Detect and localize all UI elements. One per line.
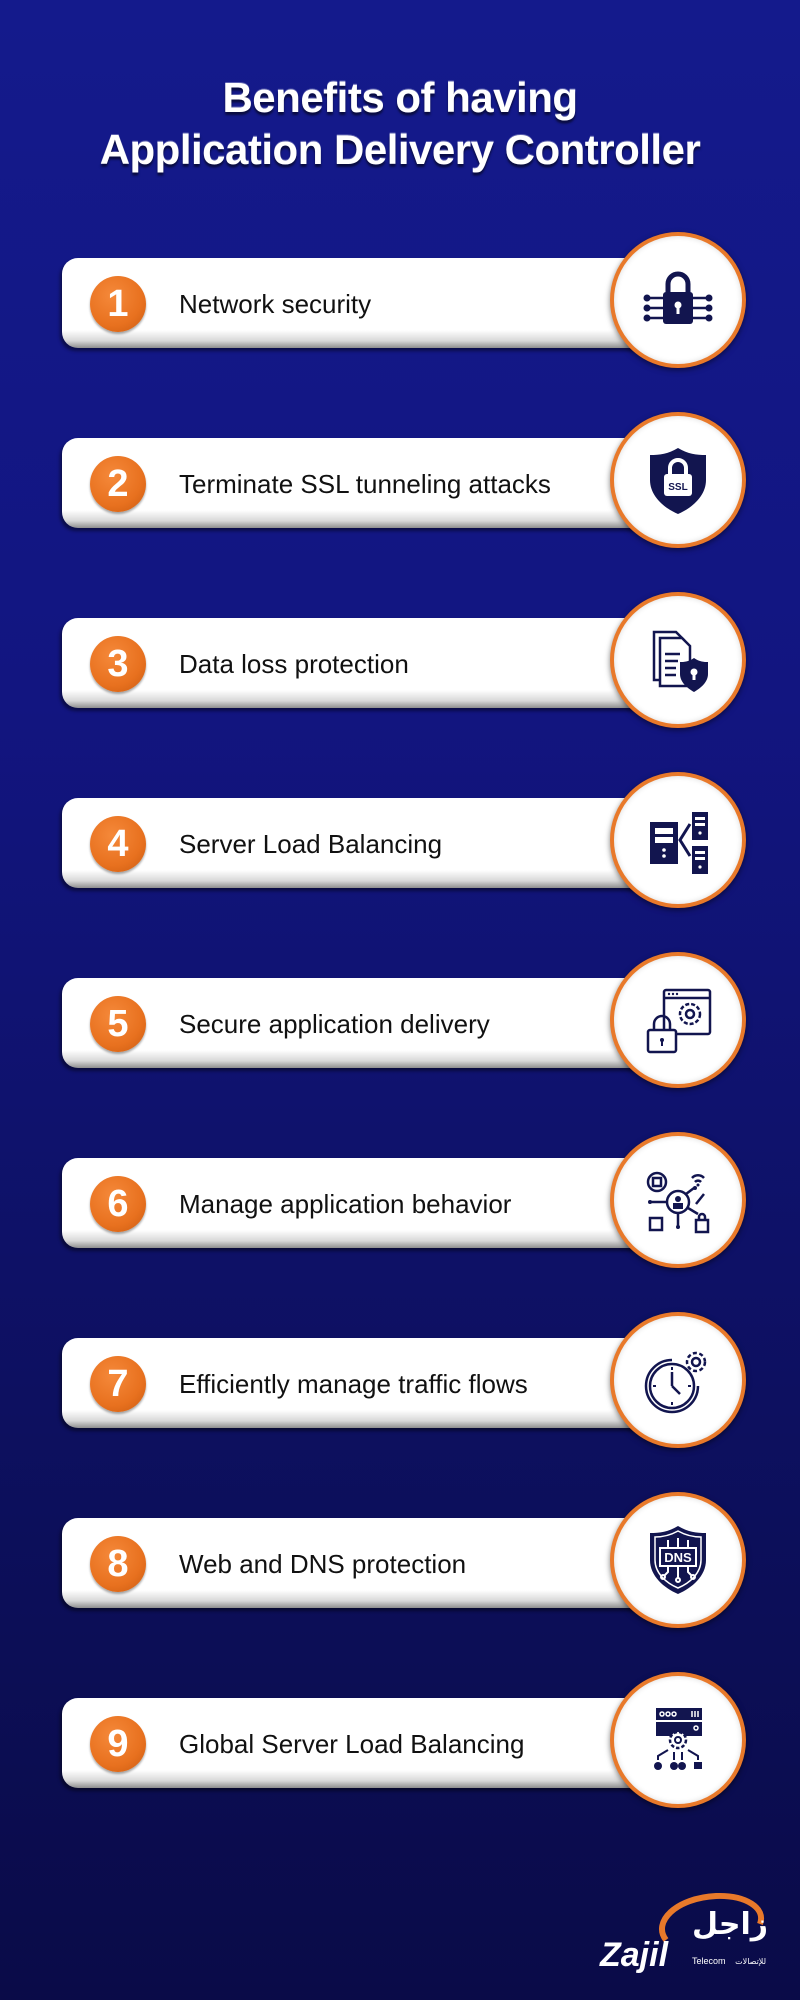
icon-circle: [610, 772, 746, 908]
benefit-label: Web and DNS protection: [179, 1549, 467, 1579]
benefit-label: Data loss protection: [179, 649, 409, 679]
app-lock-gear-icon: [646, 988, 712, 1054]
number-badge: 6: [90, 1176, 146, 1232]
benefit-item-6: 6 Manage application behavior: [62, 1132, 752, 1272]
icon-circle: [610, 232, 746, 368]
title-line-1: Benefits of having: [222, 74, 578, 121]
benefit-label: Network security: [179, 289, 372, 319]
benefit-item-2: 2 Terminate SSL tunneling attacks SSL: [62, 412, 752, 552]
svg-text:SSL: SSL: [668, 482, 687, 493]
number-badge: 1: [90, 276, 146, 332]
logo-tagline: Telecom: [692, 1956, 726, 1966]
logo-arabic-text: زاجل: [692, 1907, 768, 1942]
icon-circle: DNS: [610, 1492, 746, 1628]
user-network-icon: [646, 1171, 710, 1234]
benefit-item-3: 3 Data loss protection: [62, 592, 752, 732]
benefit-item-1: 1 Network security: [62, 232, 752, 372]
benefit-label: Global Server Load Balancing: [179, 1729, 525, 1759]
benefit-label: Efficiently manage traffic flows: [179, 1369, 528, 1399]
server-load-balancing-icon: [650, 812, 708, 874]
number-badge: 4: [90, 816, 146, 872]
benefit-label: Secure application delivery: [179, 1009, 490, 1039]
icon-circle: [610, 952, 746, 1088]
logo-tagline-arabic: للإتصالات: [735, 1957, 766, 1967]
benefit-label: Manage application behavior: [179, 1189, 512, 1219]
icon-circle: [610, 1312, 746, 1448]
benefit-label: Server Load Balancing: [179, 829, 443, 859]
benefit-item-4: 4 Server Load Balancing: [62, 772, 752, 912]
number-badge: 3: [90, 636, 146, 692]
logo-latin-text: Zajil: [599, 1936, 670, 1974]
ssl-shield-icon: SSL: [650, 448, 706, 514]
page-title: Benefits of having Application Delivery …: [0, 72, 800, 176]
icon-circle: [610, 1132, 746, 1268]
icon-circle: [610, 1672, 746, 1808]
svg-text:DNS: DNS: [664, 1550, 692, 1565]
zajil-telecom-logo: زاجل Zajil Telecom للإتصالات: [596, 1888, 776, 1978]
number-badge: 7: [90, 1356, 146, 1412]
icon-circle: SSL: [610, 412, 746, 548]
number-badge: 5: [90, 996, 146, 1052]
circuit-lock-icon: [643, 271, 713, 324]
global-server-distribution-icon: [654, 1708, 702, 1770]
benefit-label: Terminate SSL tunneling attacks: [179, 469, 551, 499]
clock-gear-icon: [644, 1351, 707, 1414]
icon-circle: [610, 592, 746, 728]
benefit-item-9: 9 Global Server Load Balancing: [62, 1672, 752, 1812]
benefit-item-7: 7 Efficiently manage traffic flows: [62, 1312, 752, 1452]
logo-mark: زاجل Zajil Telecom للإتصالات: [599, 1892, 768, 1974]
benefit-item-8: 8 Web and DNS protection DNS: [62, 1492, 752, 1632]
title-line-2: Application Delivery Controller: [99, 126, 701, 173]
number-badge: 9: [90, 1716, 146, 1772]
benefit-item-5: 5 Secure application delivery: [62, 952, 752, 1092]
number-badge: 8: [90, 1536, 146, 1592]
number-badge: 2: [90, 456, 146, 512]
document-shield-icon: [652, 630, 708, 692]
dns-shield-icon: DNS: [650, 1526, 706, 1594]
